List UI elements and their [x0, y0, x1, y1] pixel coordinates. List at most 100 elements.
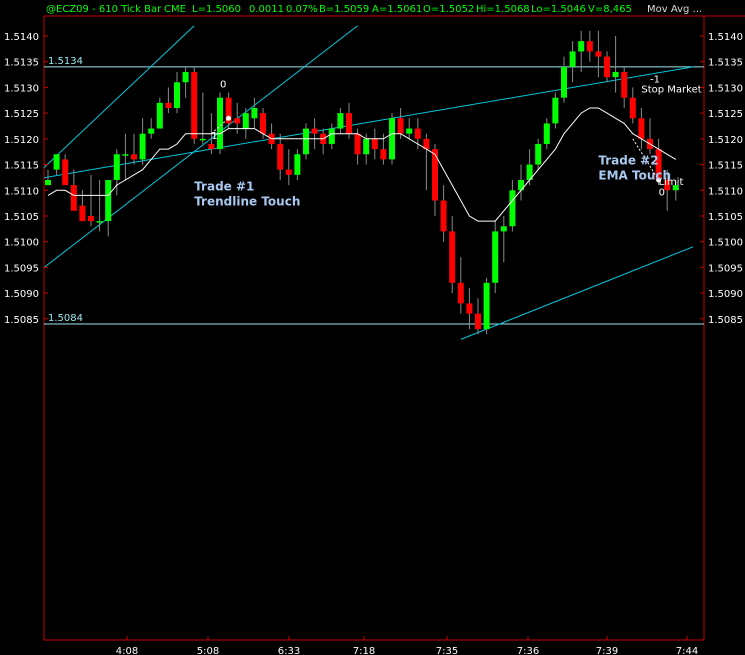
x-tick-label: 7:18	[353, 646, 375, 655]
candle-up	[552, 97, 559, 124]
trade-arrow-head	[226, 115, 232, 121]
header-symbol: @ECZ09 - 610 Tick Bar	[46, 4, 162, 15]
header-ask: A=1.5061	[372, 4, 422, 15]
header-change: 0.0011	[249, 4, 284, 15]
candle-down	[191, 71, 198, 139]
candle-up	[156, 102, 163, 129]
header-exchange: CME	[164, 4, 186, 15]
y-tick-label-right: 1.5140	[708, 32, 743, 43]
y-tick-label-left: 1.5090	[4, 289, 39, 300]
candle-down	[380, 149, 387, 160]
candle-down	[449, 231, 456, 283]
x-tick-label: 6:33	[278, 646, 300, 655]
candle-down	[234, 118, 241, 124]
candle-up	[174, 82, 180, 108]
candle-up	[294, 154, 301, 175]
y-tick-label-right: 1.5105	[708, 212, 743, 223]
candle-down	[475, 313, 481, 330]
candle-up	[612, 71, 619, 78]
trade-marker: 1	[211, 131, 217, 142]
y-tick-label-right: 1.5095	[708, 263, 743, 274]
y-tick-label-right: 1.5100	[708, 238, 743, 249]
candle-up	[242, 113, 249, 129]
candle-down	[586, 41, 593, 52]
y-tick-label-right: 1.5120	[708, 135, 743, 146]
y-tick-label-left: 1.5100	[4, 238, 39, 249]
y-tick-label-right: 1.5110	[708, 186, 743, 197]
candle-up	[406, 128, 413, 134]
chart-svg: @ECZ09 - 610 Tick Bar CME L=1.5060 0.001…	[0, 0, 745, 655]
candle-down	[604, 56, 610, 78]
header-study: Mov Avg ...	[647, 4, 702, 15]
candle-down	[165, 102, 172, 108]
y-tick-label-left: 1.5140	[4, 32, 39, 43]
candle-down	[354, 133, 361, 155]
candle-down	[621, 71, 628, 98]
x-tick-label: 7:44	[676, 646, 698, 655]
trade-marker: Stop Market	[641, 85, 701, 96]
candle-up	[122, 154, 129, 156]
header-bar: @ECZ09 - 610 Tick Bar CME L=1.5060 0.001…	[46, 4, 702, 15]
annotation-subtitle: Trendline Touch	[194, 194, 300, 208]
y-tick-label-right: 1.5115	[708, 161, 743, 172]
annotation-title: Trade #1	[194, 179, 254, 193]
candle-up	[500, 226, 507, 232]
candle-up	[148, 128, 155, 134]
candle-up	[199, 138, 206, 141]
candle-down	[595, 51, 602, 57]
candle-down	[208, 143, 215, 150]
candle-down	[466, 303, 473, 314]
candle-down	[371, 138, 378, 150]
candle-up	[578, 41, 585, 52]
candle-down	[440, 200, 447, 232]
y-tick-label-left: 1.5095	[4, 263, 39, 274]
annotation-title: Trade #2	[598, 154, 658, 168]
y-tick-label-right: 1.5090	[708, 289, 743, 300]
candle-down	[311, 128, 318, 134]
y-tick-label-right: 1.5085	[708, 315, 743, 326]
candle-down	[70, 185, 77, 211]
x-tick-label: 7:39	[596, 646, 618, 655]
candle-down	[260, 113, 266, 134]
candle-up	[251, 107, 258, 119]
candle-up	[105, 179, 112, 222]
candle-up	[113, 154, 120, 180]
candle-up	[518, 179, 524, 191]
y-tick-label-left: 1.5130	[4, 83, 39, 94]
candle-down	[131, 154, 137, 160]
candle-down	[79, 205, 86, 222]
candle-down	[638, 118, 645, 139]
candle-up	[328, 128, 335, 144]
x-tick-label: 7:36	[517, 646, 539, 655]
candle-up	[182, 71, 189, 83]
y-tick-label-left: 1.5120	[4, 135, 39, 146]
candle-down	[629, 97, 636, 119]
candle-down	[277, 143, 284, 170]
header-low: Lo=1.5046	[531, 4, 586, 15]
level-label: 1.5084	[48, 313, 83, 324]
y-tick-label-left: 1.5110	[4, 186, 39, 197]
candle-up	[45, 179, 51, 186]
y-tick-label-left: 1.5105	[4, 212, 39, 223]
candle-up	[139, 133, 146, 160]
level-label: 1.5134	[48, 56, 83, 67]
candle-down	[457, 282, 464, 304]
candle-up	[535, 143, 542, 165]
header-open: O=1.5052	[423, 4, 474, 15]
header-high: Hi=1.5068	[476, 4, 530, 15]
header-last: L=1.5060	[192, 4, 241, 15]
candle-down	[414, 128, 421, 139]
candle-down	[397, 118, 404, 134]
candle-down	[346, 113, 352, 134]
y-tick-label-left: 1.5115	[4, 161, 39, 172]
y-tick-label-right: 1.5130	[708, 83, 743, 94]
candle-up	[337, 113, 344, 129]
candle-up	[96, 221, 103, 223]
candle-up	[363, 138, 370, 155]
trade-marker: 0	[220, 79, 226, 90]
x-tick-label: 4:08	[116, 646, 138, 655]
y-tick-label-left: 1.5125	[4, 109, 39, 120]
candle-up	[53, 154, 60, 170]
candle-up	[561, 66, 567, 98]
candle-up	[217, 97, 223, 150]
